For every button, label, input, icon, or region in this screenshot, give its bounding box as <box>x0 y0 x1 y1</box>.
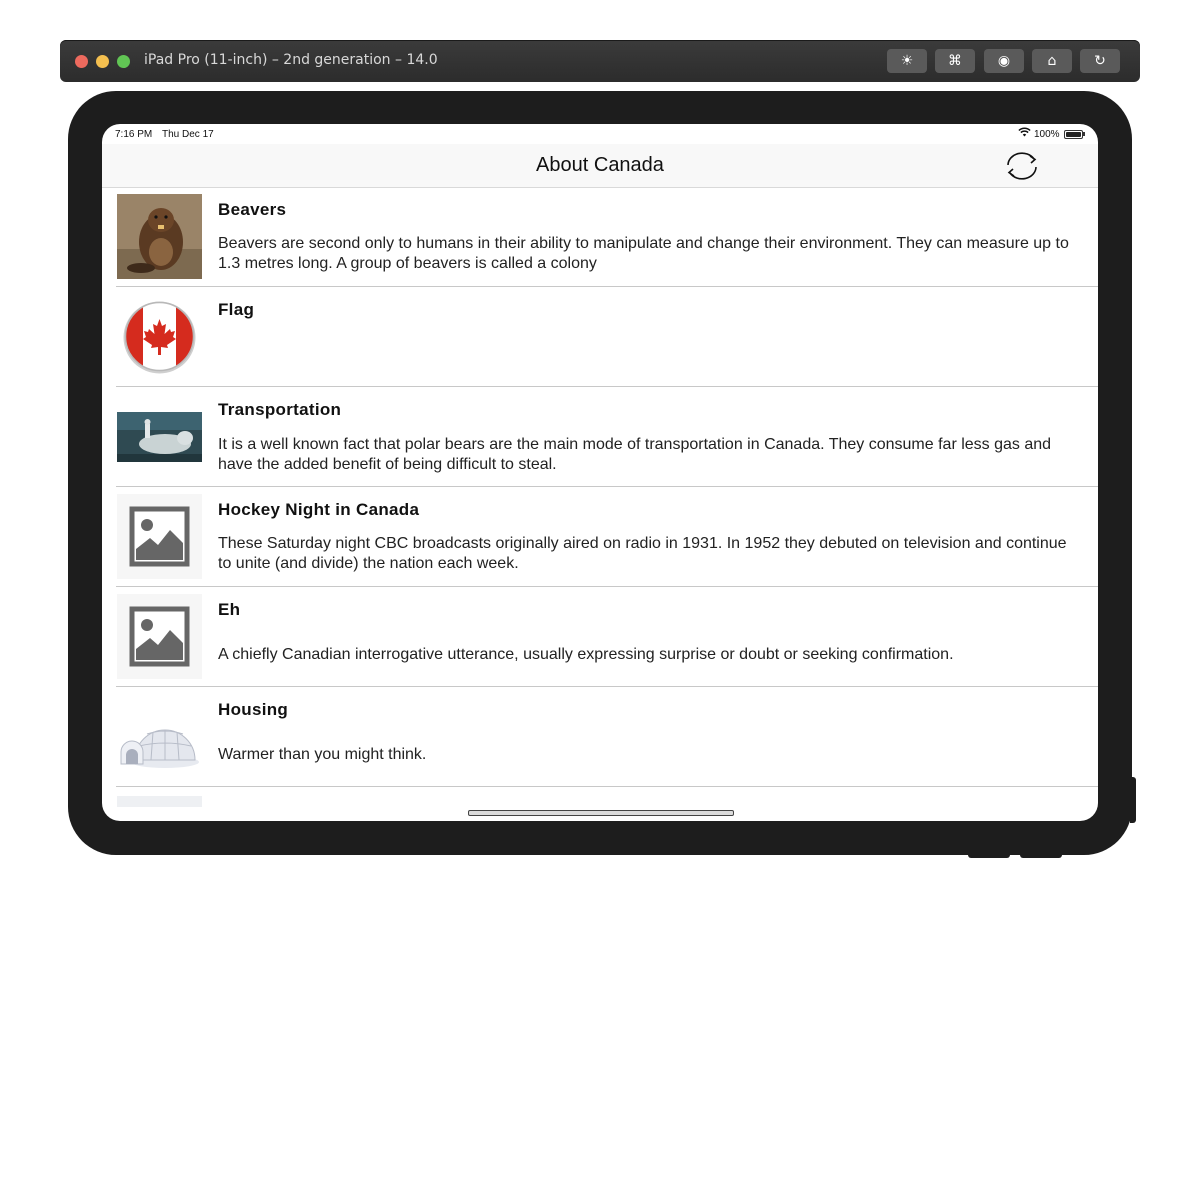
battery-cap <box>1083 132 1085 136</box>
canada-flag-image <box>123 301 196 374</box>
home-button[interactable]: ⌂ <box>1032 49 1072 73</box>
refresh-icon <box>1007 152 1037 180</box>
refresh-button[interactable] <box>1000 148 1044 184</box>
simulator-title: iPad Pro (11-inch) – 2nd generation – 14… <box>144 52 438 68</box>
ipad-screen: 7:16 PM Thu Dec 17 100% About Canada Bea… <box>102 124 1098 821</box>
screenshot-button[interactable]: ◉ <box>984 49 1024 73</box>
minimize-window-button[interactable] <box>96 55 109 68</box>
list-item[interactable]: Housing Warmer than you might think. <box>102 687 1098 787</box>
igloo-image <box>120 729 199 768</box>
zoom-window-button[interactable] <box>117 55 130 68</box>
close-window-button[interactable] <box>75 55 88 68</box>
item-title: Flag <box>218 300 255 319</box>
placeholder-image-icon <box>117 494 202 579</box>
status-bar: 7:16 PM Thu Dec 17 100% <box>102 124 1098 144</box>
wifi-icon <box>1018 127 1031 140</box>
brightness-button[interactable]: ☀ <box>887 49 927 73</box>
item-title: Eh <box>218 600 241 619</box>
list-item[interactable]: Flag <box>102 287 1098 387</box>
home-indicator[interactable] <box>468 810 734 816</box>
rotate-icon: ↻ <box>1094 53 1106 69</box>
status-time: 7:16 PM <box>115 129 153 140</box>
battery-percent: 100% <box>1034 129 1060 140</box>
volume-up-button <box>968 853 1010 858</box>
command-button[interactable]: ⌘ <box>935 49 975 73</box>
screenshot-icon: ◉ <box>997 53 1011 69</box>
rotate-button[interactable]: ↻ <box>1080 49 1120 73</box>
command-icon: ⌘ <box>948 53 962 69</box>
status-date: Thu Dec 17 <box>162 129 214 140</box>
volume-down-button <box>1020 853 1062 858</box>
list-item[interactable]: Transportation It is a well known fact t… <box>102 387 1098 487</box>
simulator-title-bar: iPad Pro (11-inch) – 2nd generation – 14… <box>60 40 1140 82</box>
beaver-image <box>117 194 202 279</box>
side-button <box>1130 777 1136 823</box>
list-item[interactable]: Beavers Beavers are second only to human… <box>102 187 1098 287</box>
list-item[interactable]: Eh A chiefly Canadian interrogative utte… <box>102 587 1098 687</box>
item-description: It is a well known fact that polar bears… <box>218 436 1052 473</box>
list-item[interactable] <box>102 787 1098 807</box>
item-description: Beavers are second only to humans in the… <box>218 235 1069 272</box>
page-title: About Canada <box>536 154 664 176</box>
placeholder-image-icon <box>117 594 202 679</box>
item-title: Beavers <box>218 200 287 219</box>
item-title: Transportation <box>218 400 342 419</box>
item-description: These Saturday night CBC broadcasts orig… <box>218 535 1067 572</box>
partial-image <box>117 796 202 807</box>
list-item[interactable]: Hockey Night in Canada These Saturday ni… <box>102 487 1098 587</box>
polar-bear-image <box>117 412 202 462</box>
brightness-icon: ☀ <box>900 53 914 69</box>
item-description: A chiefly Canadian interrogative utteran… <box>218 646 954 663</box>
navigation-bar: About Canada <box>102 144 1098 188</box>
home-icon: ⌂ <box>1047 53 1057 69</box>
item-title: Housing <box>218 700 289 719</box>
item-description: Warmer than you might think. <box>218 746 427 763</box>
item-title: Hockey Night in Canada <box>218 500 420 519</box>
battery-icon <box>1064 130 1083 139</box>
